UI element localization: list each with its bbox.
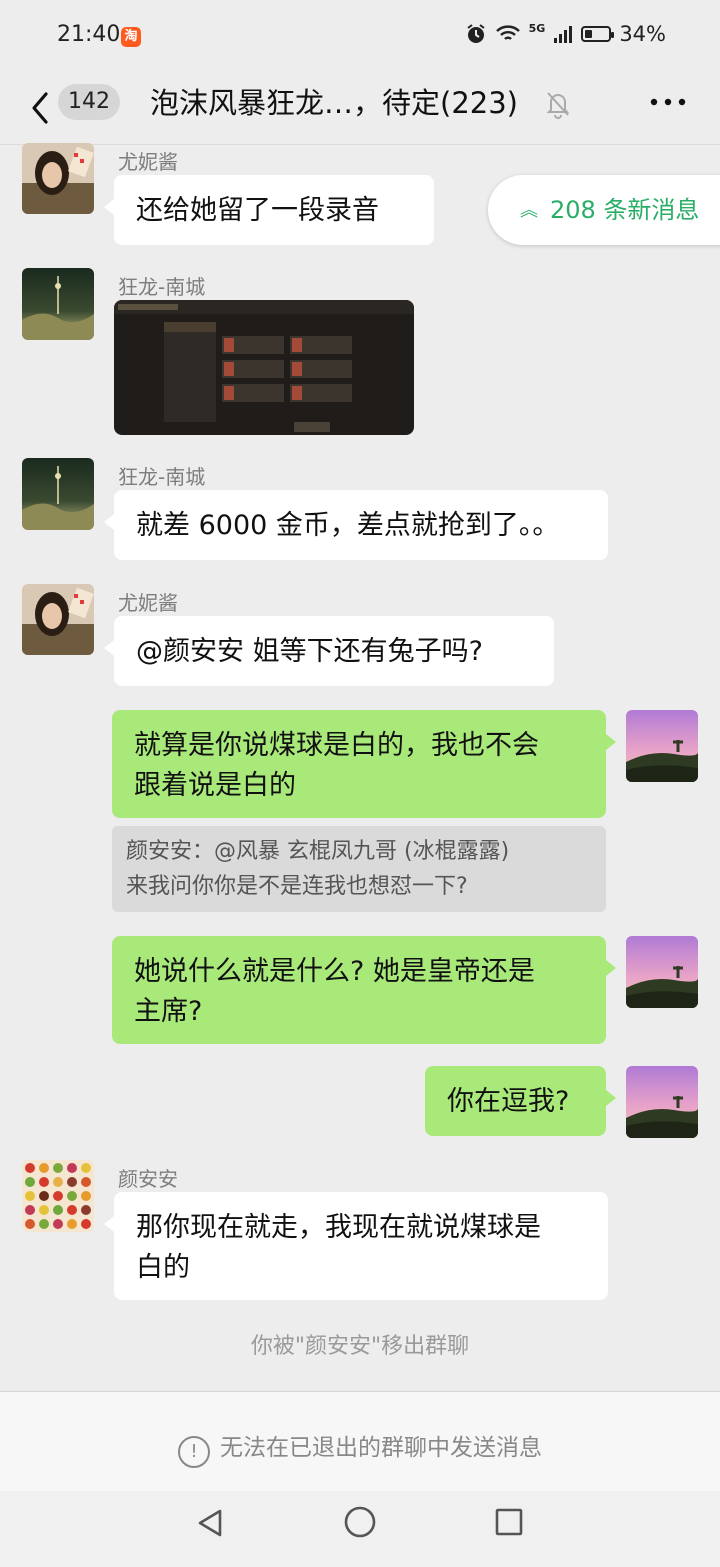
battery-icon bbox=[581, 26, 615, 42]
message-bubble[interactable]: 那你现在就走，我现在就说煤球是 白的 bbox=[104, 1192, 608, 1300]
network-type: 5G bbox=[528, 21, 546, 35]
message-text: 还给她留了一段录音 bbox=[136, 195, 379, 226]
input-disabled-bar: ! 无法在已退出的群聊中发送消息 bbox=[0, 1391, 720, 1492]
avatar-kuanglong[interactable] bbox=[22, 458, 94, 530]
message-text-line: 白的 bbox=[136, 1252, 190, 1283]
status-bar: 21:40 淘 5G 34% bbox=[0, 0, 720, 74]
my-avatar[interactable] bbox=[626, 1066, 698, 1138]
status-time: 21:40 bbox=[57, 22, 121, 47]
more-options-icon[interactable] bbox=[650, 96, 686, 108]
message-bubble[interactable]: 还给她留了一段录音 bbox=[104, 175, 434, 245]
battery-fill bbox=[585, 30, 593, 38]
info-icon: ! bbox=[178, 1436, 210, 1468]
avatar-kuanglong[interactable] bbox=[22, 268, 94, 340]
system-navigation-bar bbox=[0, 1491, 720, 1567]
nav-home-icon[interactable] bbox=[343, 1505, 377, 1539]
sender-name: 狂龙-南城 bbox=[118, 275, 206, 299]
message-text: 你在逗我? bbox=[447, 1086, 570, 1117]
message-bubble[interactable]: 就差 6000 金币，差点就抢到了。。 bbox=[104, 490, 608, 560]
unread-count-badge[interactable]: 142 bbox=[58, 84, 120, 120]
message-text: 就差 6000 金币，差点就抢到了。。 bbox=[136, 510, 560, 541]
avatar-youni[interactable] bbox=[22, 584, 94, 655]
my-message-bubble[interactable]: 你在逗我? bbox=[425, 1066, 616, 1136]
message-text: @颜安安 姐等下还有兔子吗? bbox=[136, 636, 483, 667]
message-text-line: 跟着说是白的 bbox=[134, 770, 296, 801]
message-text-line: 那你现在就走，我现在就说煤球是 bbox=[136, 1212, 541, 1243]
group-chat-title: 泡沫风暴狂龙…，待定(223) bbox=[150, 86, 518, 120]
sender-name: 尤妮酱 bbox=[118, 591, 178, 615]
my-avatar[interactable] bbox=[626, 936, 698, 1008]
quote-line: 来我问你你是不是连我也想怼一下? bbox=[126, 874, 468, 899]
new-messages-label: 208 条新消息 bbox=[550, 196, 700, 224]
double-chevron-up-icon: ︽ bbox=[520, 200, 538, 221]
my-avatar[interactable] bbox=[626, 710, 698, 782]
disabled-notice: ! 无法在已退出的群聊中发送消息 bbox=[0, 1428, 720, 1468]
my-message-bubble[interactable]: 就算是你说煤球是白的，我也不会 跟着说是白的 bbox=[112, 710, 616, 818]
nav-recents-icon[interactable] bbox=[494, 1507, 524, 1537]
avatar-yananan[interactable] bbox=[22, 1160, 94, 1232]
status-indicators: 5G 34% bbox=[465, 22, 666, 46]
system-notice: 你被"颜安安"移出群聊 bbox=[250, 1334, 470, 1359]
message-text-line: 主席? bbox=[134, 996, 203, 1027]
back-arrow-icon[interactable] bbox=[22, 86, 56, 130]
battery-percent: 34% bbox=[619, 22, 666, 46]
my-message-bubble[interactable]: 她说什么就是什么? 她是皇帝还是 主席? bbox=[112, 936, 616, 1044]
game-screenshot-image[interactable] bbox=[114, 300, 414, 435]
taobao-notification-icon: 淘 bbox=[121, 27, 141, 47]
nav-back-icon[interactable] bbox=[194, 1507, 226, 1539]
sender-name: 尤妮酱 bbox=[118, 150, 178, 174]
alarm-icon bbox=[467, 24, 485, 43]
message-text-line: 就算是你说煤球是白的，我也不会 bbox=[134, 730, 539, 761]
avatar-youni[interactable] bbox=[22, 143, 94, 214]
sender-name: 颜安安 bbox=[118, 1167, 178, 1191]
quote-line: 颜安安：@风暴 玄棍凤九哥 (冰棍露露) bbox=[126, 839, 510, 864]
quoted-message[interactable]: 颜安安：@风暴 玄棍凤九哥 (冰棍露露) 来我问你你是不是连我也想怼一下? bbox=[112, 826, 606, 912]
disabled-notice-text: 无法在已退出的群聊中发送消息 bbox=[220, 1435, 542, 1461]
mute-bell-icon bbox=[546, 92, 570, 119]
wifi-icon bbox=[495, 25, 520, 40]
signal-icon bbox=[554, 26, 573, 43]
message-text-line: 她说什么就是什么? 她是皇帝还是 bbox=[134, 956, 535, 987]
sender-name: 狂龙-南城 bbox=[118, 465, 206, 489]
chat-header: 142 泡沫风暴狂龙…，待定(223) bbox=[0, 74, 720, 145]
message-bubble[interactable]: @颜安安 姐等下还有兔子吗? bbox=[104, 616, 554, 686]
new-messages-button[interactable]: ︽ 208 条新消息 bbox=[488, 175, 720, 245]
